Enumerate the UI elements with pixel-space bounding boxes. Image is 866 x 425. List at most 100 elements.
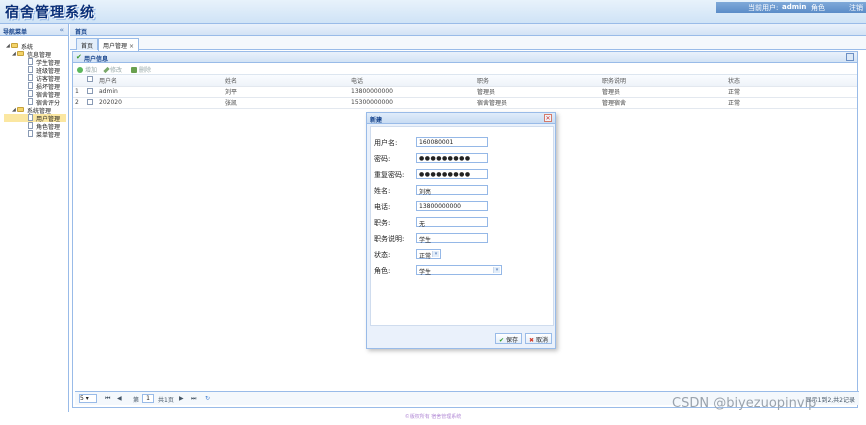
first-page-icon[interactable]: ⏮ <box>105 395 110 403</box>
main-title: 首页 <box>75 29 88 36</box>
row-checkbox[interactable] <box>87 87 93 94</box>
role-value: 学生 <box>419 269 432 276</box>
nav-item-sysadmin[interactable]: ◢ 系统管理 <box>12 106 66 115</box>
last-page-icon[interactable]: ⏭ <box>191 395 196 403</box>
name-field[interactable]: 刘亮 <box>416 185 488 196</box>
page-icon <box>28 114 33 121</box>
page-icon <box>28 74 33 81</box>
table-row[interactable]: 1 admin 刘平 13800000000 管理员 管理员 正常 <box>73 86 857 98</box>
col-status[interactable]: 状态 <box>726 75 857 87</box>
tab-label: 首页 <box>81 43 94 50</box>
add-icon <box>77 67 83 73</box>
page-icon <box>28 130 33 137</box>
role-label: 角色 <box>811 4 825 12</box>
col-username[interactable]: 用户名 <box>97 75 223 87</box>
cell-phone: 15300000000 <box>349 97 475 109</box>
close-icon[interactable]: ✕ <box>544 114 552 122</box>
cell-position: 宿舍管理员 <box>475 97 600 109</box>
position-desc-label: 职务说明: <box>374 235 405 243</box>
cancel-button[interactable]: ✖ 取消 <box>525 333 552 344</box>
status-select[interactable]: 正常 ▾ <box>416 249 441 260</box>
password-label: 密码: <box>374 155 391 163</box>
check-icon: ✔ <box>76 53 82 61</box>
select-all-checkbox[interactable] <box>87 76 93 83</box>
page-size-value: 5 <box>80 395 84 402</box>
repeat-password-field[interactable]: ●●●●●●●●● <box>416 169 488 179</box>
nav-item-menus[interactable]: 菜单管理 <box>28 130 66 139</box>
nav-item-damage[interactable]: 损坏管理 <box>28 82 66 91</box>
close-icon[interactable]: × <box>129 43 134 50</box>
nav-item-users[interactable]: 用户管理 <box>4 114 66 123</box>
nav-item-info[interactable]: ◢ 信息管理 <box>12 50 66 59</box>
add-button[interactable]: 增加 <box>77 65 97 74</box>
row-number-header <box>73 75 85 87</box>
refresh-icon[interactable]: ↻ <box>205 395 210 402</box>
page-size-select[interactable]: 5 ▾ <box>79 394 97 403</box>
row-checkbox[interactable] <box>87 98 93 105</box>
col-position-desc[interactable]: 职务说明 <box>600 75 726 87</box>
dialog-footer: ✔ 保存 ✖ 取消 <box>367 328 555 348</box>
phone-label: 电话: <box>374 203 391 211</box>
table-row[interactable]: 2 202020 张凯 15300000000 宿舍管理员 管理宿舍 正常 <box>73 97 857 109</box>
nav-item-classes[interactable]: 班级管理 <box>28 66 66 75</box>
prev-page-icon[interactable]: ◀ <box>117 395 122 402</box>
total-pages: 共1页 <box>158 397 174 404</box>
nav-item-dorm-score[interactable]: 宿舍评分 <box>28 98 66 107</box>
nav-item-dorms[interactable]: 宿舍管理 <box>28 90 66 99</box>
row-number: 1 <box>73 86 85 98</box>
tab-home[interactable]: 首页 <box>76 38 99 50</box>
delete-label: 删除 <box>139 67 152 74</box>
logout-link[interactable]: 注销 <box>849 3 863 13</box>
chevron-down-icon[interactable]: ▾ <box>432 251 439 257</box>
cell-status: 正常 <box>726 86 857 98</box>
repeat-password-label: 重复密码: <box>374 171 405 179</box>
page-number-input[interactable]: 1 <box>142 394 154 403</box>
status-label: 状态: <box>374 251 391 259</box>
current-user-label: 当前用户: <box>748 4 779 12</box>
col-name[interactable]: 姓名 <box>223 75 349 87</box>
username-label: 用户名: <box>374 139 398 147</box>
tab-bar: 首页 用户管理 × <box>70 36 866 51</box>
user-bar: 当前用户: admin 角色 注销 <box>716 2 866 13</box>
row-select-cell[interactable] <box>85 97 97 109</box>
cancel-label: 取消 <box>535 337 548 344</box>
next-page-icon[interactable]: ▶ <box>179 395 184 402</box>
double-chevron-left-icon[interactable]: « <box>59 26 64 34</box>
page-icon <box>28 98 33 105</box>
col-phone[interactable]: 电话 <box>349 75 475 87</box>
password-field[interactable]: ●●●●●●●●● <box>416 153 488 163</box>
nav-item-system[interactable]: ◢ 系统 <box>6 42 66 51</box>
nav-item-roles[interactable]: 角色管理 <box>28 122 66 131</box>
nav-header: 导航菜单 « <box>0 24 68 36</box>
position-desc-field[interactable]: 学生 <box>416 233 488 244</box>
edit-button[interactable]: 修改 <box>103 65 122 74</box>
add-label: 增加 <box>85 67 98 74</box>
username-field[interactable]: 160080001 <box>416 137 488 147</box>
expand-arrow-icon[interactable]: ◢ <box>12 51 16 57</box>
chevron-down-icon[interactable]: ▾ <box>493 267 500 273</box>
position-field[interactable]: 无 <box>416 217 488 228</box>
maximize-icon[interactable] <box>846 53 854 61</box>
expand-arrow-icon[interactable]: ◢ <box>12 107 16 113</box>
page-icon <box>28 66 33 73</box>
dialog-header: 新建 ✕ <box>367 113 555 124</box>
tab-label: 用户管理 <box>103 43 128 50</box>
col-position[interactable]: 职务 <box>475 75 600 87</box>
nav-panel: 导航菜单 « ◢ 系统 ◢ 信息管理 学生管理 班级管理 访客管理 损坏管理 宿… <box>0 24 69 412</box>
phone-field[interactable]: 13800000000 <box>416 201 488 211</box>
delete-button[interactable]: 删除 <box>131 65 151 74</box>
tab-user-management[interactable]: 用户管理 × <box>98 38 140 51</box>
save-button[interactable]: ✔ 保存 <box>495 333 522 344</box>
new-user-dialog: 新建 ✕ 用户名: 160080001 密码: ●●●●●●●●● 重复密码: … <box>366 112 556 349</box>
select-all-cell[interactable] <box>85 75 97 87</box>
nav-item-visitors[interactable]: 访客管理 <box>28 74 66 83</box>
row-select-cell[interactable] <box>85 86 97 98</box>
nav-title: 导航菜单 <box>3 29 28 36</box>
position-label: 职务: <box>374 219 391 227</box>
cell-name: 刘平 <box>223 86 349 98</box>
nav-item-students[interactable]: 学生管理 <box>28 58 66 67</box>
role-select[interactable]: 学生 ▾ <box>416 265 502 276</box>
expand-arrow-icon[interactable]: ◢ <box>6 43 10 49</box>
dialog-title: 新建 <box>370 117 383 124</box>
check-icon: ✔ <box>499 337 505 344</box>
